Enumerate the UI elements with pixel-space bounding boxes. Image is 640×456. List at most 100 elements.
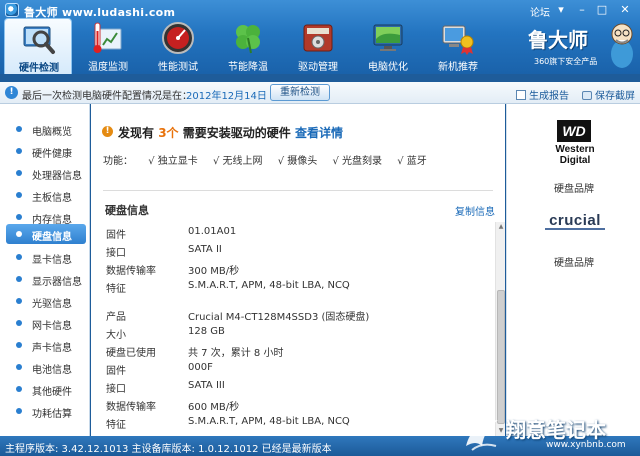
sidebar-item-other[interactable]: 其他硬件 xyxy=(6,379,86,399)
info-value: 300 MB/秒 xyxy=(188,266,240,277)
info-label: 数据传输率 xyxy=(106,266,156,277)
generate-report-button[interactable]: 生成报告 xyxy=(516,87,569,102)
nav-energy-saving[interactable]: 节能降温 xyxy=(214,18,282,74)
scrollbar[interactable]: ▲ ▼ xyxy=(495,222,505,436)
sidebar-item-label: 其他硬件 xyxy=(32,387,72,398)
watermark-bird-icon xyxy=(466,420,498,451)
info-value: 600 MB/秒 xyxy=(188,402,240,413)
main-panel: ! 发现有 3个 需要安装驱动的硬件 查看详情 功能： √ 独立显卡 √ 无线上… xyxy=(91,104,505,436)
last-detect-date: 2012年12月14日 xyxy=(186,91,267,102)
crucial-logo: crucial xyxy=(545,212,605,234)
sidebar-item-disk[interactable]: 硬盘信息 xyxy=(6,224,86,244)
scroll-thumb[interactable] xyxy=(497,290,505,424)
disk-info-list: 固件 01.01A01 接口 SATA II 数据传输率 300 MB/秒 特征 S.M… xyxy=(91,222,505,436)
info-value: Crucial M4-CT128M4SSD3 (固态硬盘) xyxy=(188,312,370,323)
sidebar-item-power[interactable]: 功耗估算 xyxy=(6,401,86,421)
watermark-url: www.xynbnb.com xyxy=(546,440,626,450)
info-value: 共 7 次，累计 8 小时 xyxy=(188,348,284,359)
info-label: 数据传输率 xyxy=(106,402,156,413)
nav-label: 硬件检测 xyxy=(19,63,59,74)
nav-new-machine[interactable]: 新机推荐 xyxy=(424,18,492,74)
brand-logo: 鲁大师 xyxy=(528,28,588,52)
function-item: √ 光盘刻录 xyxy=(332,156,382,167)
nav-temperature[interactable]: 温度监测 xyxy=(74,18,142,74)
driver-found-line: 发现有 3个 需要安装驱动的硬件 查看详情 xyxy=(118,124,343,141)
nav-performance[interactable]: 性能测试 xyxy=(144,18,212,74)
watermark-title: 翔意笔记本 xyxy=(506,418,606,442)
sidebar-item-label: 显示器信息 xyxy=(32,277,82,288)
menu-icon[interactable]: ▾ xyxy=(553,3,569,17)
info-value: S.M.A.R.T, APM, 48-bit LBA, NCQ xyxy=(188,280,350,291)
sidebar-item-cpu[interactable]: 处理器信息 xyxy=(6,163,86,183)
nav-hardware-detect[interactable]: 硬件检测 xyxy=(4,18,72,74)
sidebar-item-label: 硬件健康 xyxy=(32,149,72,160)
recheck-button[interactable]: 重新检测 xyxy=(270,84,330,101)
bullet-icon xyxy=(16,342,22,348)
sidebar-item-label: 电脑概览 xyxy=(32,127,72,138)
info-label: 接口 xyxy=(106,248,126,259)
save-screenshot-button[interactable]: 保存截屏 xyxy=(582,87,635,102)
version-text: 主程序版本: 3.42.12.1013 主设备库版本: 1.0.12.1012 … xyxy=(5,444,332,455)
sidebar-item-battery[interactable]: 电池信息 xyxy=(6,357,86,377)
monitor-icon xyxy=(373,24,403,51)
bullet-icon xyxy=(16,214,22,220)
sidebar-item-label: 电池信息 xyxy=(32,365,72,376)
wd-line2: Digital xyxy=(559,155,591,166)
brand-label: 硬盘品牌 xyxy=(554,258,594,269)
bullet-icon xyxy=(16,364,22,370)
function-item: √ 独立显卡 xyxy=(148,156,198,167)
gear-box-icon xyxy=(303,24,333,52)
magnifier-icon xyxy=(23,26,55,54)
sidebar-item-label: 光驱信息 xyxy=(32,299,72,310)
sidebar-item-label: 主板信息 xyxy=(32,193,72,204)
bullet-icon xyxy=(16,276,22,282)
info-label: 特征 xyxy=(106,420,126,431)
western-digital-logo: WD Western Digital xyxy=(547,120,603,172)
function-item: √ 摄像头 xyxy=(277,156,318,167)
generate-report-label: 生成报告 xyxy=(529,91,569,102)
close-icon[interactable]: ✕ xyxy=(615,3,635,17)
nav-driver-manage[interactable]: 驱动管理 xyxy=(284,18,352,74)
sidebar-item-optical[interactable]: 光驱信息 xyxy=(6,291,86,311)
info-label: 特征 xyxy=(106,284,126,295)
bullet-icon xyxy=(16,231,22,237)
maximize-icon[interactable]: □ xyxy=(594,3,610,17)
crucial-underline xyxy=(545,228,605,230)
forum-link[interactable]: 论坛 xyxy=(530,4,550,19)
view-details-link[interactable]: 查看详情 xyxy=(295,126,343,140)
thermometer-icon xyxy=(93,22,122,53)
found-count: 3个 xyxy=(158,126,179,140)
function-list: 功能： √ 独立显卡 √ 无线上网 √ 摄像头 √ 光盘刻录 √ 蓝牙 xyxy=(103,152,439,167)
clover-icon xyxy=(236,25,260,54)
sidebar-item-health[interactable]: 硬件健康 xyxy=(6,141,86,161)
sidebar-item-display[interactable]: 显示器信息 xyxy=(6,269,86,289)
report-icon xyxy=(516,90,526,100)
scroll-up-icon[interactable]: ▲ xyxy=(496,222,506,232)
wd-badge: WD xyxy=(557,120,591,142)
sidebar-item-label: 网卡信息 xyxy=(32,321,72,332)
nav-label: 性能测试 xyxy=(158,62,198,73)
sidebar-item-network[interactable]: 网卡信息 xyxy=(6,313,86,333)
sidebar-item-gpu[interactable]: 显卡信息 xyxy=(6,247,86,267)
bullet-icon xyxy=(16,408,22,414)
mascot-icon xyxy=(611,23,633,68)
found-prefix: 发现有 xyxy=(118,126,155,140)
copy-info-link[interactable]: 复制信息 xyxy=(455,203,495,218)
nav-optimize[interactable]: 电脑优化 xyxy=(354,18,422,74)
info-label: 硬盘已使用 xyxy=(106,348,156,359)
camera-icon xyxy=(582,91,592,100)
info-value: SATA III xyxy=(188,380,225,391)
watermark: 翔意笔记本 www.xynbnb.com xyxy=(462,410,640,456)
sidebar-item-sound[interactable]: 声卡信息 xyxy=(6,335,86,355)
bullet-icon xyxy=(16,254,22,260)
info-label: 固件 xyxy=(106,366,126,377)
bullet-icon xyxy=(16,148,22,154)
minimize-icon[interactable]: – xyxy=(574,3,590,17)
found-suffix: 需要安装驱动的硬件 xyxy=(182,126,291,140)
sidebar-item-motherboard[interactable]: 主板信息 xyxy=(6,185,86,205)
sidebar-item-overview[interactable]: 电脑概览 xyxy=(6,119,86,139)
brand-block: 鲁大师 360旗下安全产品 xyxy=(528,20,638,72)
info-value: 01.01A01 xyxy=(188,226,237,237)
bullet-icon xyxy=(16,170,22,176)
last-detect-text: 最后一次检测电脑硬件配置情况是在： xyxy=(22,91,192,102)
